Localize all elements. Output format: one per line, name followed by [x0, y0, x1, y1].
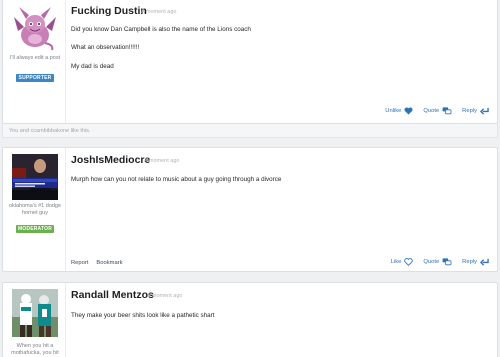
quote-label: Quote: [423, 259, 440, 265]
avatar[interactable]: [12, 5, 58, 51]
quote-bubble-icon: [442, 258, 452, 266]
timestamp: A moment ago: [141, 9, 177, 15]
divider: [65, 0, 66, 123]
post-actions: Like Quote Reply: [391, 258, 489, 266]
username[interactable]: JoshIsMediocre: [71, 154, 150, 166]
post-2-sidebar: oklahoma's #1 dodge hornet guy MODERATOR: [3, 148, 65, 271]
post-line: Did you know Dan Campbell is also the na…: [71, 26, 251, 33]
unlike-label: Unlike: [385, 108, 402, 114]
post-tools: Report Bookmark: [71, 260, 123, 266]
post-line: Murph how can you not relate to music ab…: [71, 176, 282, 183]
report-link[interactable]: Report: [71, 260, 88, 266]
reply-label: Reply: [462, 108, 477, 114]
reply-button[interactable]: Reply: [462, 258, 489, 266]
reply-button[interactable]: Reply: [462, 107, 489, 115]
post-line: They make your beer shits look like a pa…: [71, 312, 215, 319]
reply-label: Reply: [462, 259, 477, 265]
unlike-button[interactable]: Unlike: [385, 107, 413, 115]
username[interactable]: Fucking Dustin: [71, 5, 147, 17]
quote-button[interactable]: Quote: [423, 258, 452, 266]
like-label: Like: [390, 259, 402, 265]
bookmark-link[interactable]: Bookmark: [96, 260, 122, 266]
post-3: When you hit a mothafucka, you hit Randa…: [2, 282, 498, 357]
user-title: oklahoma's #1 dodge hornet guy: [8, 203, 62, 216]
reply-arrow-icon: [480, 258, 489, 266]
status-badge: MODERATOR: [16, 225, 54, 233]
heart-icon: [404, 107, 413, 115]
quote-button[interactable]: Quote: [423, 107, 452, 115]
avatar[interactable]: [12, 154, 58, 200]
timestamp: A moment ago: [144, 158, 180, 164]
user-title: I'll always edit a post: [9, 55, 61, 61]
post-3-sidebar: When you hit a mothafucka, you hit: [3, 283, 65, 357]
reply-arrow-icon: [480, 107, 489, 115]
like-button[interactable]: Like: [391, 258, 414, 266]
post-line: What an observation!!!!!!: [71, 44, 140, 51]
quote-bubble-icon: [442, 107, 452, 115]
post-1-sidebar: I'll always edit a post SUPPORTER: [3, 0, 65, 123]
likes-text: You and ccambibbakone like this.: [9, 128, 91, 134]
avatar[interactable]: [12, 289, 58, 337]
post-1: I'll always edit a post SUPPORTER Fuckin…: [2, 0, 498, 124]
timestamp: A moment ago: [147, 293, 183, 299]
post-2: oklahoma's #1 dodge hornet guy MODERATOR…: [2, 147, 498, 272]
post-actions: Unlike Quote Reply: [385, 107, 489, 115]
divider: [65, 148, 66, 271]
username[interactable]: Randall Mentzos: [71, 289, 154, 301]
divider: [65, 283, 66, 357]
likes-summary: You and ccambibbakone like this.: [2, 124, 498, 138]
user-title: When you hit a mothafucka, you hit: [11, 343, 59, 356]
status-badge: SUPPORTER: [16, 74, 54, 82]
quote-label: Quote: [423, 108, 440, 114]
heart-icon: [404, 258, 414, 266]
post-line: My dad is dead: [71, 63, 114, 70]
